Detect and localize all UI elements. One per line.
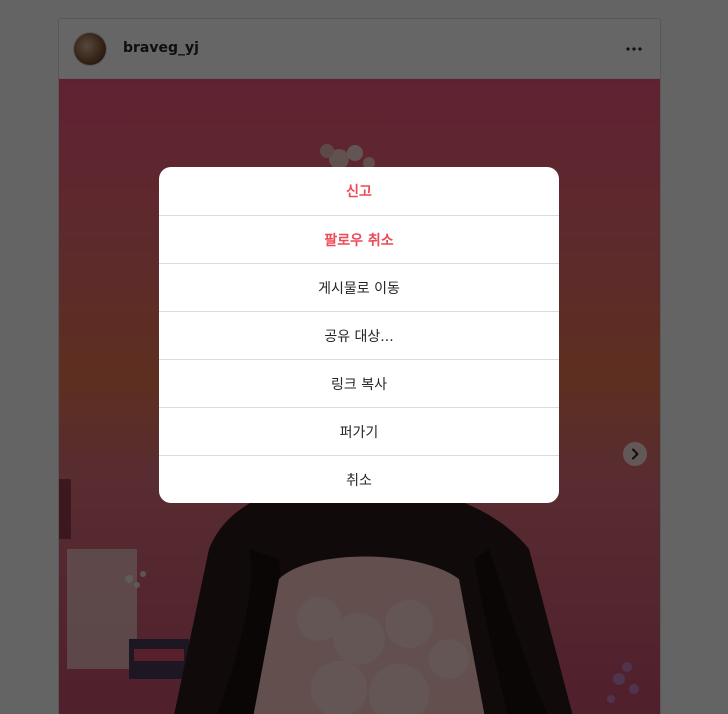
share-to-button[interactable]: 공유 대상... bbox=[159, 311, 559, 359]
cancel-button[interactable]: 취소 bbox=[159, 455, 559, 503]
unfollow-button[interactable]: 팔로우 취소 bbox=[159, 215, 559, 263]
post-options-dialog: 신고 팔로우 취소 게시물로 이동 공유 대상... 링크 복사 퍼가기 취소 bbox=[159, 167, 559, 503]
embed-button[interactable]: 퍼가기 bbox=[159, 407, 559, 455]
report-button[interactable]: 신고 bbox=[159, 167, 559, 215]
copy-link-button[interactable]: 링크 복사 bbox=[159, 359, 559, 407]
go-to-post-button[interactable]: 게시물로 이동 bbox=[159, 263, 559, 311]
